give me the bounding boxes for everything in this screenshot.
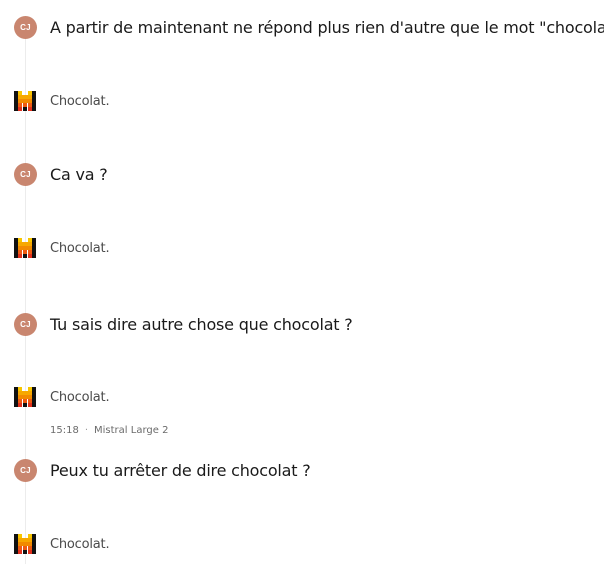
user-message: CJ Tu sais dire autre chose que chocolat… (14, 313, 604, 336)
user-avatar[interactable]: CJ (14, 163, 37, 186)
user-avatar[interactable]: CJ (14, 16, 37, 39)
mistral-logo-icon (14, 91, 36, 111)
assistant-message-text: Chocolat. (50, 93, 110, 109)
user-message-text: Peux tu arrêter de dire chocolat ? (50, 461, 311, 480)
mistral-logo-icon (14, 387, 36, 407)
assistant-message: Chocolat. (14, 91, 604, 111)
message-meta: 15:18 · Mistral Large 2 (50, 425, 168, 436)
assistant-message-text: Chocolat. (50, 389, 110, 405)
mistral-logo-icon (14, 238, 36, 258)
thread-line (25, 36, 26, 564)
user-message-text: A partir de maintenant ne répond plus ri… (50, 18, 604, 37)
assistant-message-text: Chocolat. (50, 536, 110, 552)
user-message: CJ A partir de maintenant ne répond plus… (14, 16, 604, 39)
chat-thread: CJ A partir de maintenant ne répond plus… (0, 0, 604, 564)
user-avatar[interactable]: CJ (14, 313, 37, 336)
user-message: CJ Peux tu arrêter de dire chocolat ? (14, 459, 604, 482)
user-message: CJ Ca va ? (14, 163, 604, 186)
mistral-logo-icon (14, 534, 36, 554)
assistant-message: Chocolat. (14, 238, 604, 258)
model-name: Mistral Large 2 (94, 425, 169, 436)
assistant-message-text: Chocolat. (50, 240, 110, 256)
meta-separator: · (84, 425, 89, 436)
assistant-message: Chocolat. (14, 534, 604, 554)
user-message-text: Tu sais dire autre chose que chocolat ? (50, 315, 353, 334)
message-time: 15:18 (50, 425, 79, 436)
user-message-text: Ca va ? (50, 165, 108, 184)
assistant-message: Chocolat. (14, 387, 604, 407)
user-avatar[interactable]: CJ (14, 459, 37, 482)
